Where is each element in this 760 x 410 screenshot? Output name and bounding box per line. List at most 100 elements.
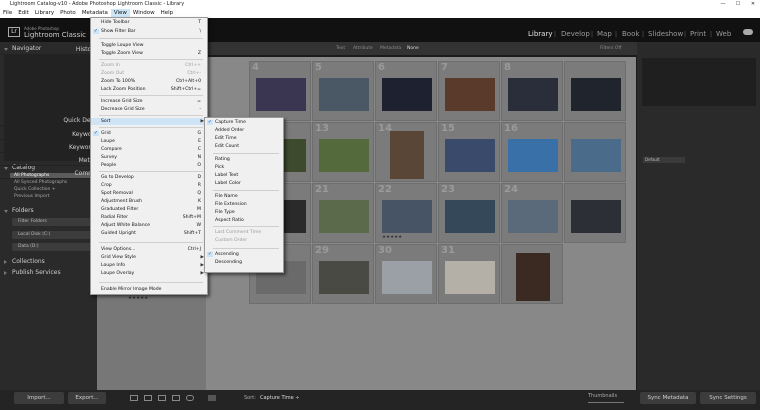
module-slideshow[interactable]: Slideshow (648, 30, 683, 38)
module-map[interactable]: Map (597, 30, 612, 38)
spray-can-icon[interactable] (208, 395, 216, 401)
loupe-view-icon[interactable] (144, 395, 152, 401)
menu-item-view-options[interactable]: View Options... Ctrl+J (91, 246, 207, 253)
grid-cell[interactable]: 7 (438, 61, 500, 121)
photo-thumbnail[interactable] (445, 78, 495, 111)
filter-tab-attribute[interactable]: Attribute (353, 46, 373, 51)
module-develop[interactable]: Develop (561, 30, 590, 38)
menu-item-descending[interactable]: Descending (205, 259, 283, 266)
grid-cell[interactable] (564, 122, 626, 182)
menu-item-show-filter-bar[interactable]: Show Filter Bar ✓ \ (91, 28, 207, 35)
catalog-quick-collection[interactable]: Quick Collection + (10, 187, 97, 193)
menu-item-toggle-zoom-view[interactable]: Toggle Zoom View Z (91, 50, 207, 57)
compare-view-icon[interactable] (158, 395, 166, 401)
maximize-button[interactable]: ☐ (731, 0, 745, 9)
grid-cell[interactable]: 4 (249, 61, 311, 121)
sync-metadata-button[interactable]: Sync Metadata (640, 392, 696, 404)
menu-item-edit-time[interactable]: Edit Time (205, 135, 283, 142)
menu-item-label-color[interactable]: Label Color (205, 180, 283, 187)
photo-thumbnail[interactable] (571, 139, 621, 172)
grid-cell[interactable]: 13 (312, 122, 374, 182)
photo-thumbnail[interactable] (508, 200, 558, 233)
filter-tab-metadata[interactable]: Metadata (380, 46, 401, 51)
photo-thumbnail[interactable] (382, 78, 432, 111)
photo-thumbnail[interactable] (571, 78, 621, 111)
menu-item-edit-count[interactable]: Edit Count (205, 143, 283, 150)
sort-dropdown[interactable]: Capture Time ÷ (260, 395, 300, 401)
thumbnail-size-slider[interactable] (588, 402, 624, 403)
menu-item-added-order[interactable]: Added Order (205, 127, 283, 134)
menu-item-go-to-develop[interactable]: Go to Develop D (91, 174, 207, 181)
photo-thumbnail[interactable] (571, 200, 621, 233)
menu-file[interactable]: File (0, 9, 15, 18)
menu-item-crop[interactable]: Crop R (91, 182, 207, 189)
photo-thumbnail[interactable] (319, 261, 369, 294)
photo-thumbnail[interactable] (319, 139, 369, 172)
menu-item-adjustment-brush[interactable]: Adjustment Brush K (91, 198, 207, 205)
grid-cell[interactable]: 5 (312, 61, 374, 121)
module-print[interactable]: Print (690, 30, 706, 38)
grid-cell[interactable] (564, 61, 626, 121)
menu-item-survey[interactable]: Survey N (91, 154, 207, 161)
rating-stars[interactable]: ★★★★★ (382, 235, 402, 240)
catalog-all-synced[interactable]: All Synced Photographs (10, 180, 97, 186)
menu-item-loupe-overlay[interactable]: Loupe Overlay ▶ (91, 270, 207, 277)
menu-item-file-type[interactable]: File Type (205, 209, 283, 216)
filter-folders-field[interactable]: Filter Folders (12, 218, 94, 226)
close-button[interactable]: ✕ (746, 0, 760, 9)
menu-edit[interactable]: Edit (15, 9, 32, 18)
menu-library[interactable]: Library (32, 9, 57, 18)
photo-thumbnail[interactable] (445, 139, 495, 172)
collections-header[interactable]: Collections (0, 257, 97, 266)
filter-tab-text[interactable]: Text (336, 46, 345, 51)
menu-item-adjust-white-balance[interactable]: Adjust White Balance W (91, 222, 207, 229)
menu-item-aspect-ratio[interactable]: Aspect Ratio (205, 217, 283, 224)
minimize-button[interactable]: — (716, 0, 730, 9)
menu-item-guided-upright[interactable]: Guided Upright Shift+T (91, 230, 207, 237)
photo-thumbnail[interactable] (319, 78, 369, 111)
menu-item-radial-filter[interactable]: Radial Filter Shift+M (91, 214, 207, 221)
menu-item-increase-grid-size[interactable]: Increase Grid Size = (91, 98, 207, 105)
photo-thumbnail[interactable] (382, 200, 432, 233)
grid-cell[interactable]: 30 (375, 244, 437, 304)
photo-thumbnail[interactable] (516, 253, 550, 301)
menu-item-decrease-grid-size[interactable]: Decrease Grid Size - (91, 106, 207, 113)
menu-item-grid[interactable]: Grid ✓ G (91, 130, 207, 137)
grid-cell[interactable]: 24 (501, 183, 563, 243)
module-book[interactable]: Book (622, 30, 639, 38)
folders-header[interactable]: Folders (0, 206, 97, 215)
menu-item-sort[interactable]: Sort ▶ (91, 118, 207, 126)
menu-item-file-name[interactable]: File Name (205, 193, 283, 200)
grid-view-icon[interactable] (130, 395, 138, 401)
menu-item-loupe-info[interactable]: Loupe Info ▶ (91, 262, 207, 269)
menu-item-graduated-filter[interactable]: Graduated Filter M (91, 206, 207, 213)
menu-item-capture-time[interactable]: Capture Time ✓ (205, 119, 283, 126)
sync-settings-button[interactable]: Sync Settings (700, 392, 756, 404)
photo-thumbnail[interactable] (382, 261, 432, 294)
menu-item-pick[interactable]: Pick (205, 164, 283, 171)
menu-item-rating[interactable]: Rating (205, 156, 283, 163)
module-web[interactable]: Web (716, 30, 731, 38)
menu-item-ascending[interactable]: Ascending ✓ (205, 251, 283, 258)
grid-cell[interactable]: 15 (438, 122, 500, 182)
menu-item-loupe[interactable]: Loupe E (91, 138, 207, 145)
grid-cell[interactable]: 8 (501, 61, 563, 121)
menu-item-enable-mirror-image-mode[interactable]: Enable Mirror Image Mode (91, 286, 207, 293)
photo-thumbnail[interactable] (445, 261, 495, 294)
grid-cell[interactable] (564, 183, 626, 243)
volume-data[interactable]: Data (D:) (12, 243, 94, 251)
import-button[interactable]: Import... (14, 392, 64, 404)
grid-cell[interactable]: 21 (312, 183, 374, 243)
rating-stars[interactable]: ★★★★★ (128, 296, 148, 301)
people-view-icon[interactable] (186, 395, 194, 401)
grid-cell[interactable]: 22 ★★★★★ (375, 183, 437, 243)
photo-thumbnail[interactable] (319, 200, 369, 233)
publish-services-header[interactable]: Publish Services (0, 268, 97, 277)
catalog-previous-import[interactable]: Previous Import (10, 194, 97, 200)
cloud-icon[interactable] (743, 29, 753, 35)
grid-cell[interactable]: 29 (312, 244, 374, 304)
volume-local-disk[interactable]: Local Disk (C:) (12, 231, 94, 239)
grid-cell[interactable]: 31 (438, 244, 500, 304)
menu-item-grid-view-style[interactable]: Grid View Style ▶ (91, 254, 207, 261)
metadata-preset-dropdown[interactable]: Default (643, 157, 685, 163)
